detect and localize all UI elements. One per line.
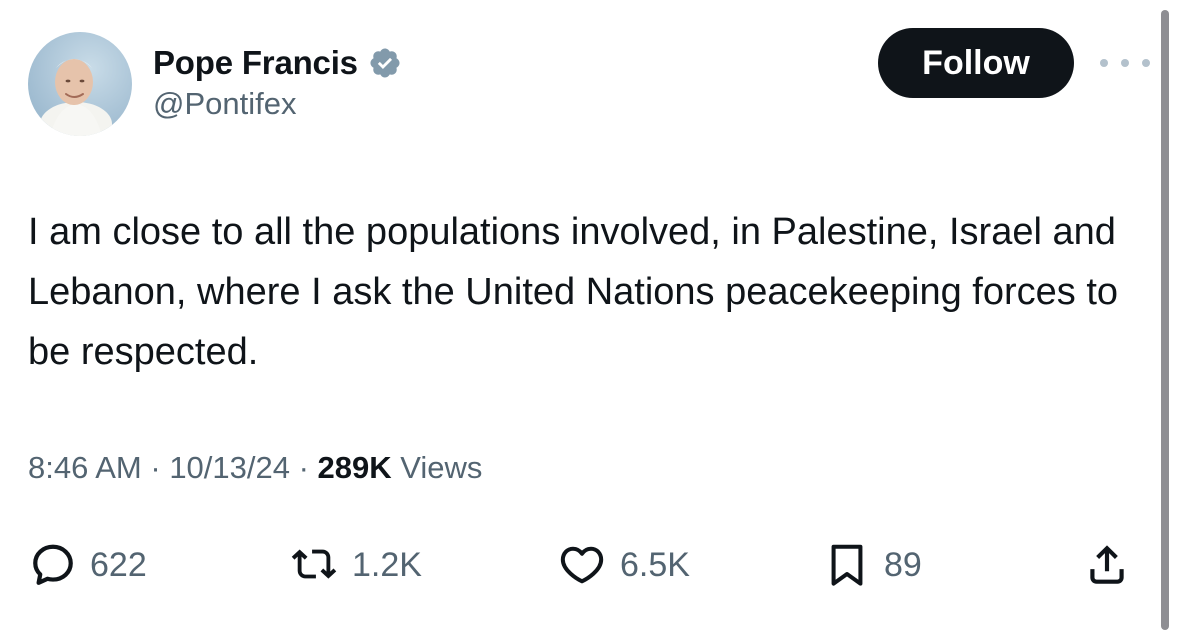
heart-icon bbox=[560, 546, 604, 584]
share-button[interactable] bbox=[1082, 530, 1132, 600]
avatar-image bbox=[40, 59, 112, 136]
meta-separator: · bbox=[289, 450, 318, 485]
tweet-text: I am close to all the populations involv… bbox=[28, 211, 1119, 373]
tweet-date[interactable]: 10/13/24 bbox=[169, 450, 290, 485]
scrollbar[interactable] bbox=[1161, 10, 1169, 630]
follow-button[interactable]: Follow bbox=[878, 28, 1074, 98]
views-label[interactable]: Views bbox=[392, 450, 482, 485]
tweet-meta: 8:46 AM · 10/13/24 · 289K Views bbox=[28, 450, 482, 486]
more-dot bbox=[1100, 59, 1108, 67]
meta-separator: · bbox=[141, 450, 170, 485]
bookmark-count: 89 bbox=[884, 545, 922, 584]
more-dot bbox=[1121, 59, 1129, 67]
verified-badge-icon[interactable] bbox=[368, 46, 402, 80]
repost-button[interactable]: 1.2K bbox=[290, 530, 422, 600]
repost-count: 1.2K bbox=[352, 545, 422, 584]
avatar[interactable] bbox=[28, 32, 132, 136]
more-dot bbox=[1142, 59, 1150, 67]
author-name-row: Pope Francis bbox=[153, 42, 402, 84]
action-bar: 622 1.2K 6.5K 89 bbox=[0, 530, 1179, 600]
bookmark-icon bbox=[831, 544, 863, 586]
author-display-name[interactable]: Pope Francis bbox=[153, 44, 358, 82]
like-button[interactable]: 6.5K bbox=[558, 530, 690, 600]
like-count: 6.5K bbox=[620, 545, 690, 584]
views-count[interactable]: 289K bbox=[318, 450, 392, 485]
reply-count: 622 bbox=[90, 545, 147, 584]
repost-icon bbox=[291, 549, 337, 579]
tweet-time[interactable]: 8:46 AM bbox=[28, 450, 142, 485]
reply-icon bbox=[33, 544, 73, 585]
bookmark-button[interactable]: 89 bbox=[824, 530, 922, 600]
reply-button[interactable]: 622 bbox=[30, 530, 147, 600]
author-handle[interactable]: @Pontifex bbox=[153, 86, 296, 122]
tweet-card: Pope Francis @Pontifex Follow I am close… bbox=[0, 0, 1179, 630]
more-icon[interactable] bbox=[1100, 50, 1150, 76]
share-icon bbox=[1090, 545, 1124, 584]
